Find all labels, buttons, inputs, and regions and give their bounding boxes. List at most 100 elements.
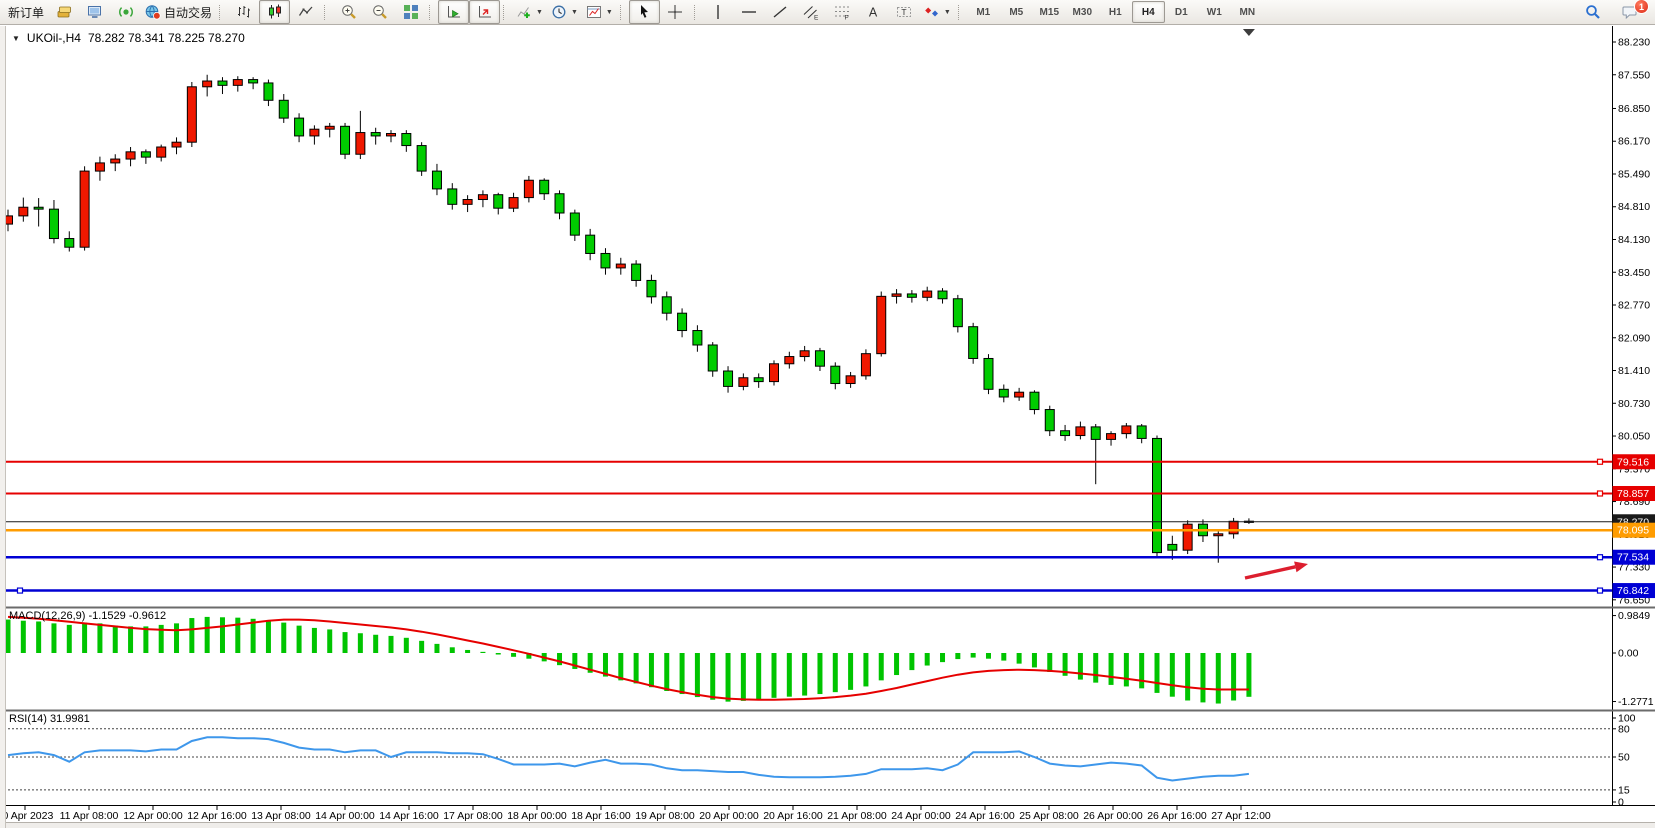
candlestick xyxy=(907,294,916,297)
tf-M1-button[interactable]: M1 xyxy=(967,1,1000,23)
toolbar-group xyxy=(216,0,321,24)
line-chart-button[interactable] xyxy=(290,0,321,24)
tf-M15-button[interactable]: M15 xyxy=(1033,1,1066,23)
svg-text:80: 80 xyxy=(1618,723,1630,735)
text-button[interactable]: A xyxy=(858,0,889,24)
chevron-down-icon[interactable]: ▼ xyxy=(571,9,578,16)
candlestick xyxy=(616,264,625,268)
vertical-line-button[interactable] xyxy=(703,0,734,24)
chevron-down-icon[interactable]: ▼ xyxy=(944,9,951,16)
svg-text:76.842: 76.842 xyxy=(1617,585,1649,597)
svg-text:12 Apr 16:00: 12 Apr 16:00 xyxy=(187,810,247,822)
chart-collapse-icon[interactable]: ▼ xyxy=(12,34,20,43)
candlestick xyxy=(1137,426,1146,439)
candlestick xyxy=(402,134,411,146)
tf-MN-button[interactable]: MN xyxy=(1231,1,1264,23)
candlestick xyxy=(1045,410,1054,431)
template-icon xyxy=(586,4,602,20)
toolbar-separator xyxy=(958,5,963,20)
candlestick xyxy=(95,163,104,171)
search-button[interactable] xyxy=(1577,0,1608,24)
candlestick xyxy=(754,378,763,382)
candlestick xyxy=(341,126,350,154)
candlestick xyxy=(1076,427,1085,436)
crosshair-button[interactable] xyxy=(660,0,691,24)
new-order-button[interactable]: 新订单 xyxy=(4,0,48,24)
zoom-in-button[interactable] xyxy=(333,0,364,24)
candlestick xyxy=(861,354,870,376)
templates-button[interactable]: ▼ xyxy=(582,0,617,24)
svg-text:25 Apr 08:00: 25 Apr 08:00 xyxy=(1019,810,1079,822)
candlestick xyxy=(739,378,748,387)
fibonacci-retracement-button[interactable]: F xyxy=(827,0,858,24)
cursor-button[interactable] xyxy=(629,0,660,24)
svg-text:21 Apr 08:00: 21 Apr 08:00 xyxy=(827,810,887,822)
tf-M30-button[interactable]: M30 xyxy=(1066,1,1099,23)
text-label-button[interactable]: T xyxy=(889,0,920,24)
line-handle[interactable] xyxy=(1598,555,1603,560)
zoomin-icon xyxy=(341,4,357,20)
market-watch-button[interactable] xyxy=(79,0,110,24)
candlestick xyxy=(724,371,733,386)
equidistant-channel-button[interactable]: E xyxy=(796,0,827,24)
tf-D1-button[interactable]: D1 xyxy=(1165,1,1198,23)
tf-W1-button[interactable]: W1 xyxy=(1198,1,1231,23)
tf-M5-button[interactable]: M5 xyxy=(1000,1,1033,23)
auto-scroll-button[interactable] xyxy=(438,0,469,24)
candlestick xyxy=(708,345,717,371)
periods-button[interactable]: ▼ xyxy=(547,0,582,24)
candlestick xyxy=(953,299,962,327)
metaeditor-button[interactable] xyxy=(48,0,79,24)
candlestick xyxy=(141,152,150,157)
zoom-out-button[interactable] xyxy=(364,0,395,24)
tf-H4-button[interactable]: H4 xyxy=(1132,1,1165,23)
line-handle[interactable] xyxy=(1598,459,1603,464)
candlestick xyxy=(785,357,794,364)
candlestick xyxy=(157,147,166,157)
rsi-indicator-label: RSI(14) 31.9981 xyxy=(9,713,90,725)
svg-text:78.857: 78.857 xyxy=(1617,488,1649,500)
candlestick xyxy=(1015,392,1024,397)
trendline-button[interactable] xyxy=(765,0,796,24)
toolbar-group: 新订单 自动交易 xyxy=(4,0,216,24)
candlestick xyxy=(356,133,365,155)
notifications-button[interactable]: 1 xyxy=(1614,0,1645,24)
tf-H1-button[interactable]: H1 xyxy=(1099,1,1132,23)
candlestick xyxy=(815,351,824,366)
candlestick xyxy=(999,389,1008,397)
candlestick-chart-button[interactable] xyxy=(259,0,290,24)
tf-M15-label: M15 xyxy=(1040,7,1059,18)
arrow-objects-button[interactable]: ▼ xyxy=(920,0,955,24)
indicators-list-button[interactable]: ▼ xyxy=(512,0,547,24)
svg-text:27 Apr 12:00: 27 Apr 12:00 xyxy=(1211,810,1271,822)
candlestick xyxy=(264,83,273,100)
candlestick xyxy=(509,198,518,209)
notification-badge: 1 xyxy=(1634,0,1649,14)
svg-text:18 Apr 00:00: 18 Apr 00:00 xyxy=(507,810,567,822)
chevron-down-icon[interactable]: ▼ xyxy=(606,9,613,16)
svg-text:87.550: 87.550 xyxy=(1618,69,1650,81)
tile-windows-button[interactable] xyxy=(395,0,426,24)
signals-button[interactable] xyxy=(110,0,141,24)
candlestick xyxy=(448,189,457,204)
autotrading-button[interactable]: 自动交易 xyxy=(141,0,216,24)
horizontal-line-button[interactable] xyxy=(734,0,765,24)
chart-shift-button[interactable] xyxy=(469,0,500,24)
candlestick xyxy=(310,129,319,136)
svg-text:14 Apr 16:00: 14 Apr 16:00 xyxy=(379,810,439,822)
candlestick xyxy=(371,133,380,136)
candlestick xyxy=(325,126,334,129)
tf-H4-label: H4 xyxy=(1142,7,1155,18)
line-handle[interactable] xyxy=(1598,588,1603,593)
chevron-down-icon[interactable]: ▼ xyxy=(536,9,543,16)
line-handle[interactable] xyxy=(18,588,23,593)
candlestick xyxy=(1168,544,1177,550)
clock-icon xyxy=(551,4,567,20)
svg-text:18 Apr 16:00: 18 Apr 16:00 xyxy=(571,810,631,822)
candlestick xyxy=(417,146,426,172)
chart-canvas[interactable]: 88.23087.55086.85086.17085.49084.81084.1… xyxy=(0,26,1655,828)
bars-icon xyxy=(236,4,252,20)
bar-chart-button[interactable] xyxy=(228,0,259,24)
svg-text:0: 0 xyxy=(1618,797,1624,809)
line-handle[interactable] xyxy=(1598,491,1603,496)
